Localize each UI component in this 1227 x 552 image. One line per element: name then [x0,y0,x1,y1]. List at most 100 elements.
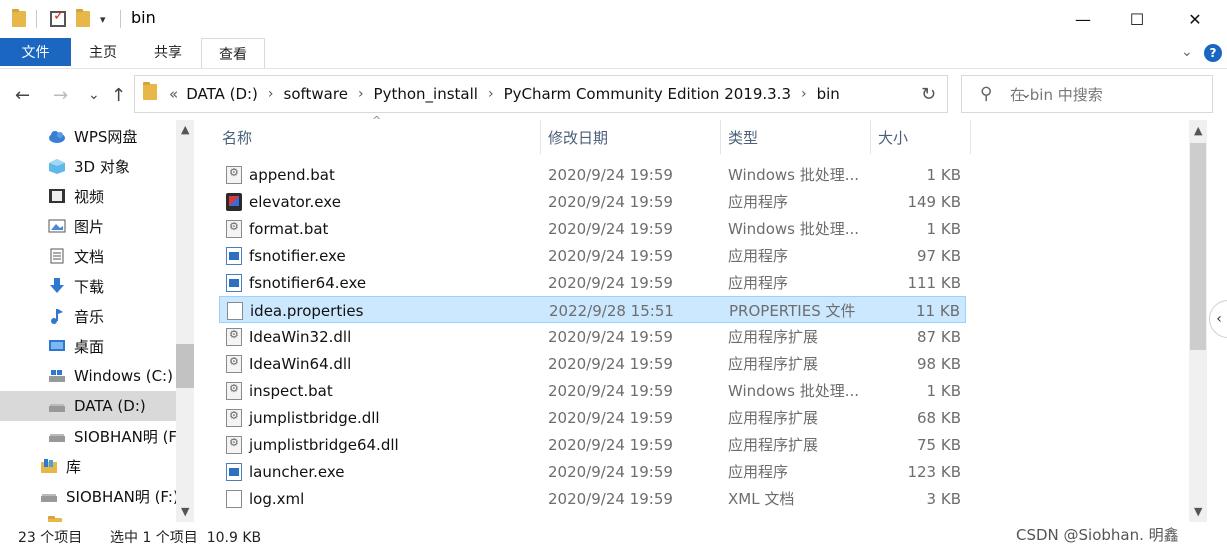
sidebar-item-label: SIOBHAN明 (F [74,427,178,446]
maximize-button[interactable]: ☐ [1114,0,1160,38]
overflow-chevron-icon[interactable]: « [165,85,182,103]
file-name: jumplistbridge64.dll [249,435,399,454]
column-header-date[interactable]: 修改日期 [548,120,608,154]
file-row[interactable]: log.xml 2020/9/24 19:59 XML 文档 3 KB [219,485,966,512]
column-divider[interactable] [970,120,971,154]
sidebar-item-label: 桌面 [74,337,105,356]
file-type: 应用程序扩展 [728,436,819,454]
batch-file-icon [226,166,242,184]
file-row[interactable]: fsnotifier64.exe 2020/9/24 19:59 应用程序 111 K… [219,269,966,296]
sidebar-item-videos[interactable]: 视频 [48,181,176,211]
file-type: 应用程序 [728,463,789,481]
scroll-down-icon[interactable]: ▼ [1194,505,1202,518]
file-row[interactable]: elevator.exe 2020/9/24 19:59 应用程序 149 KB [219,188,966,215]
breadcrumb-software[interactable]: software [280,85,352,103]
file-row[interactable]: idea.properties 2022/9/28 15:51 PROPERTIES… [219,296,966,323]
folder-icon [143,82,157,104]
exe-icon [226,274,242,292]
column-header-name[interactable]: 名称 [222,120,252,154]
dll-icon [226,409,242,427]
ribbon-collapse-icon[interactable]: ⌄ [1181,44,1193,60]
file-row[interactable]: IdeaWin32.dll 2020/9/24 19:59 应用程序扩展 87 KB [219,323,966,350]
divider [120,10,121,28]
file-row[interactable]: jumplistbridge.dll 2020/9/24 19:59 应用程序扩展 6… [219,404,966,431]
forward-arrow-icon[interactable]: → [53,85,68,106]
file-name: append.bat [249,165,335,184]
scroll-up-icon[interactable]: ▲ [1194,124,1202,137]
sidebar-item-downloads[interactable]: 下载 [48,271,176,301]
sidebar-item-wps-drive[interactable]: WPS网盘 [48,121,176,151]
file-size: 97 KB [917,246,961,265]
column-header-type[interactable]: 类型 [728,120,758,154]
sidebar-item-music[interactable]: 音乐 [48,301,176,331]
file-name: idea.properties [250,301,364,320]
file-row[interactable]: IdeaWin64.dll 2020/9/24 19:59 应用程序扩展 98 KB [219,350,966,377]
tab-share[interactable]: 共享 [145,38,191,66]
sidebar-item-pictures[interactable]: 图片 [48,211,176,241]
properties-check-icon[interactable] [50,8,66,29]
chevron-right-icon[interactable]: › [352,86,370,102]
file-name: IdeaWin64.dll [249,354,352,373]
file-list-scrollbar-thumb[interactable] [1190,143,1206,350]
file-name: log.xml [249,489,305,508]
file-size: 87 KB [917,327,961,346]
recent-locations-icon[interactable]: ⌄ [88,87,100,103]
chevron-right-icon[interactable]: › [482,86,500,102]
file-row[interactable]: append.bat 2020/9/24 19:59 Windows 批处理... 1… [219,161,966,188]
close-button[interactable]: ✕ [1172,0,1218,38]
cube-icon [48,158,66,174]
file-row[interactable]: inspect.bat 2020/9/24 19:59 Windows 批处理...… [219,377,966,404]
column-header-size[interactable]: 大小 [878,120,908,154]
file-type: Windows 批处理... [728,166,860,184]
sidebar-item-documents[interactable]: 文档 [48,241,176,271]
minimize-button[interactable]: — [1060,0,1106,38]
column-divider[interactable] [720,120,721,154]
search-input[interactable]: ⚲ 在 bin 中搜索 [961,75,1213,113]
breadcrumb-pycharm[interactable]: PyCharm Community Edition 2019.3.3 [500,85,795,103]
sidebar-item-windows-c[interactable]: Windows (C:) [48,361,176,391]
sidebar-scrollbar-thumb[interactable] [176,344,194,388]
scroll-down-icon[interactable]: ▼ [181,505,189,518]
file-row[interactable]: jumplistbridge64.dll 2020/9/24 19:59 应用程序扩… [219,431,966,458]
sidebar-item-desktop[interactable]: 桌面 [48,331,176,361]
sidebar-item-data-d[interactable]: DATA (D:) [0,391,176,421]
up-arrow-icon[interactable]: ↑ [111,85,126,106]
chevron-right-icon[interactable]: › [262,86,280,102]
chevron-right-icon[interactable]: › [795,86,813,102]
column-divider[interactable] [540,120,541,154]
address-bar[interactable]: « DATA (D:) › software › Python_install … [134,75,1032,113]
column-divider[interactable] [870,120,871,154]
new-folder-icon[interactable] [76,9,90,29]
help-icon[interactable]: ? [1204,44,1222,62]
scroll-up-icon[interactable]: ▲ [181,123,189,136]
navigation-pane: WPS网盘 3D 对象 视频 图片 文档 下载 音乐 桌面 Windows (C… [0,120,196,522]
file-size: 1 KB [926,219,961,238]
sidebar-item-libraries[interactable]: 库 [40,451,176,481]
file-row-partial[interactable] [219,512,966,522]
file-size: 149 KB [907,192,961,211]
refresh-button[interactable]: ↻ [910,75,948,113]
customize-toolbar-icon[interactable]: ▾ [100,9,106,29]
file-name: launcher.exe [249,462,345,481]
file-row[interactable]: launcher.exe 2020/9/24 19:59 应用程序 123 KB [219,458,966,485]
drive-icon [48,398,66,414]
sidebar-item-siobhan-f[interactable]: SIOBHAN明 (F [48,421,178,451]
breadcrumb-python-install[interactable]: Python_install [370,85,482,103]
sidebar-scrollbar[interactable] [176,120,194,522]
file-row[interactable]: format.bat 2020/9/24 19:59 Windows 批处理... 1… [219,215,966,242]
breadcrumb-data-drive[interactable]: DATA (D:) [182,85,262,103]
file-date: 2020/9/24 19:59 [548,381,673,400]
file-row[interactable]: fsnotifier.exe 2020/9/24 19:59 应用程序 97 KB [219,242,966,269]
collapse-panel-chevron-icon[interactable]: ‹ [1209,300,1227,338]
tab-home[interactable]: 主页 [80,38,126,66]
sidebar-item-siobhan-f-root[interactable]: SIOBHAN明 (F:) [40,481,179,511]
sidebar-item-label: DATA (D:) [74,397,146,415]
tab-file[interactable]: 文件 [0,38,71,66]
file-date: 2020/9/24 19:59 [548,435,673,454]
breadcrumb-bin[interactable]: bin [813,85,844,103]
tab-view[interactable]: 查看 [201,38,265,68]
sidebar-item-3d-objects[interactable]: 3D 对象 [48,151,176,181]
back-arrow-icon[interactable]: ← [15,85,30,106]
library-icon [40,458,58,474]
desktop-icon [48,338,66,354]
